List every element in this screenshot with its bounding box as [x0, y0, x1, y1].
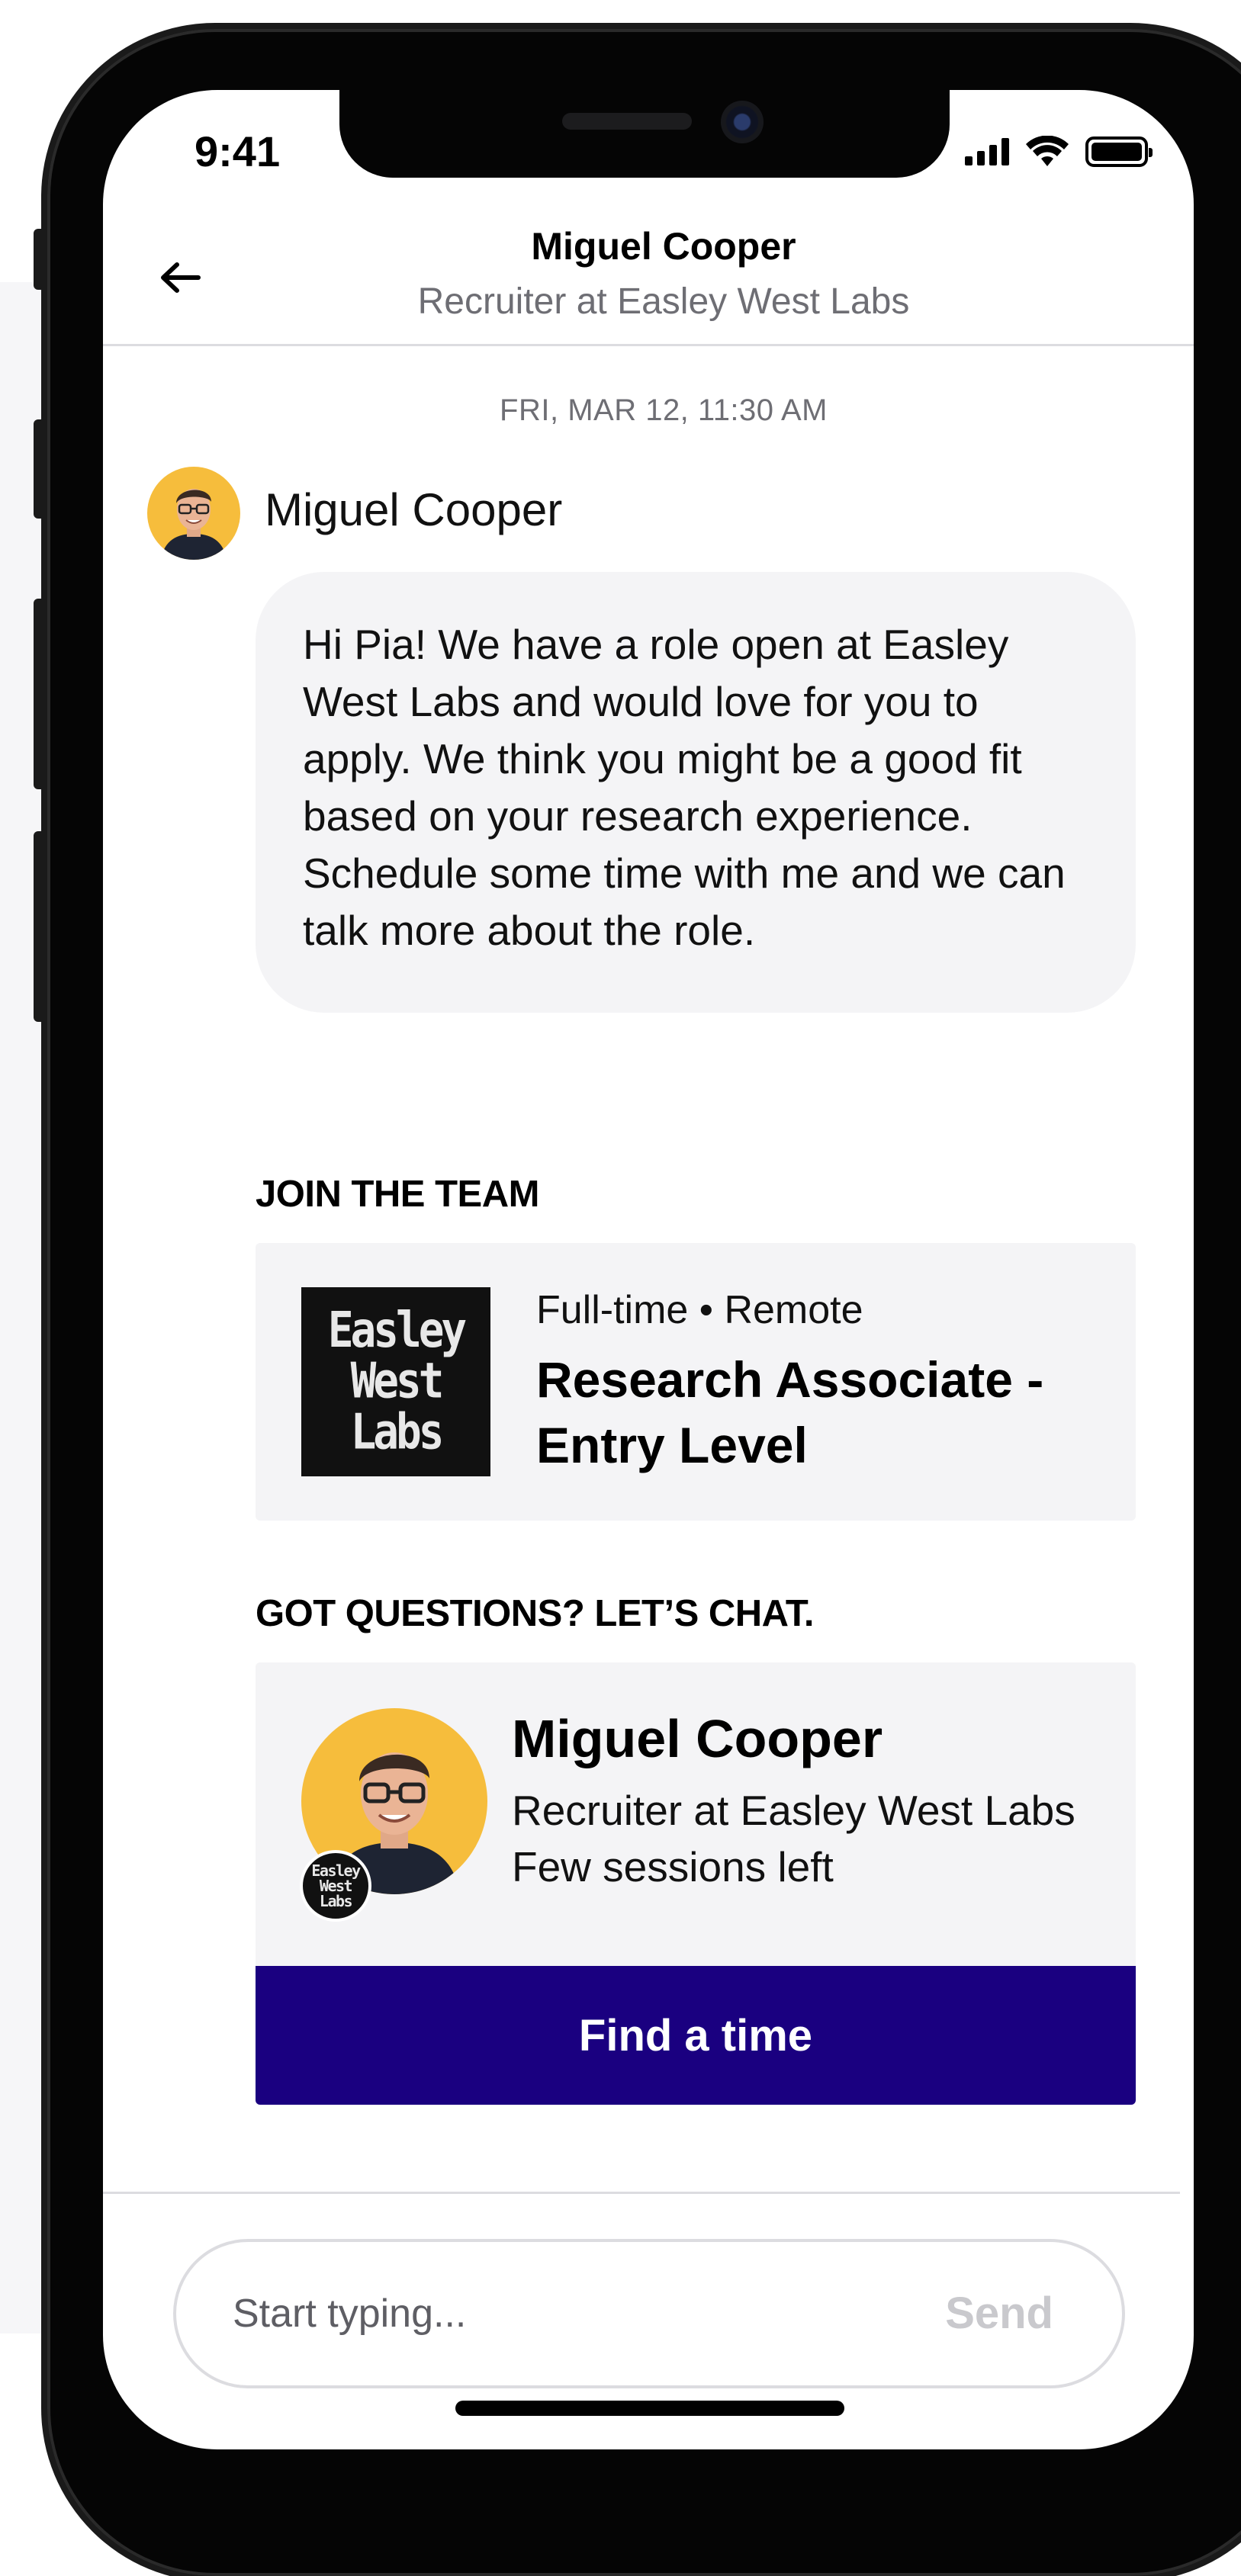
phone-screen: 9:41 Miguel Cooper Recruiter at Easley W… — [103, 90, 1194, 2449]
mute-switch — [34, 229, 46, 290]
message-input[interactable] — [233, 2279, 858, 2349]
status-icons — [965, 136, 1153, 168]
company-badge-icon: Easley West Labs — [300, 1850, 371, 1922]
person-portrait — [147, 467, 240, 560]
volume-up-button — [34, 419, 46, 519]
status-time: 9:41 — [195, 127, 281, 175]
battery-icon — [1085, 137, 1153, 167]
volume-down-button — [34, 599, 46, 789]
job-title: Research Associate - Entry Level — [536, 1351, 1044, 1473]
job-card[interactable]: Easley West Labs Full-time • Remote Resear… — [256, 1243, 1136, 1521]
composer-divider — [103, 2192, 1180, 2194]
sender-name: Miguel Cooper — [265, 484, 563, 535]
recruiter-name: Miguel Cooper — [512, 1709, 883, 1768]
cellular-signal-icon — [965, 138, 1009, 165]
wifi-icon — [1026, 136, 1069, 166]
home-indicator — [455, 2401, 844, 2416]
chat-heading: GOT QUESTIONS? LET’S CHAT. — [256, 1593, 815, 1634]
notch — [339, 90, 950, 178]
company-logo: Easley West Labs — [301, 1287, 490, 1476]
front-camera — [721, 101, 764, 143]
company-logo-text: Easley West Labs — [327, 1302, 467, 1461]
recruiter-role: Recruiter at Easley West Labs — [512, 1787, 1075, 1834]
message-text: Hi Pia! We have a role open at Easley We… — [303, 621, 1066, 954]
message-composer: Send — [173, 2239, 1125, 2388]
send-button[interactable]: Send — [945, 2288, 1053, 2339]
message-bubble: Hi Pia! We have a role open at Easley We… — [256, 572, 1136, 1013]
header-title: Miguel Cooper — [531, 225, 796, 268]
message-timestamp: FRI, MAR 12, 11:30 AM — [500, 393, 828, 427]
header-subtitle: Recruiter at Easley West Labs — [417, 281, 910, 322]
job-meta: Full-time • Remote — [536, 1288, 863, 1332]
side-button — [34, 831, 46, 1022]
join-team-heading: JOIN THE TEAM — [256, 1174, 539, 1215]
chat-header: Miguel Cooper Recruiter at Easley West L… — [103, 220, 1194, 346]
find-a-time-button[interactable]: Find a time — [256, 1966, 1136, 2105]
recruiter-card: Easley West Labs Miguel Cooper Recruiter a… — [256, 1662, 1136, 1967]
speaker-grille — [562, 113, 692, 130]
availability-text: Few sessions left — [512, 1843, 834, 1890]
avatar[interactable] — [147, 467, 240, 560]
